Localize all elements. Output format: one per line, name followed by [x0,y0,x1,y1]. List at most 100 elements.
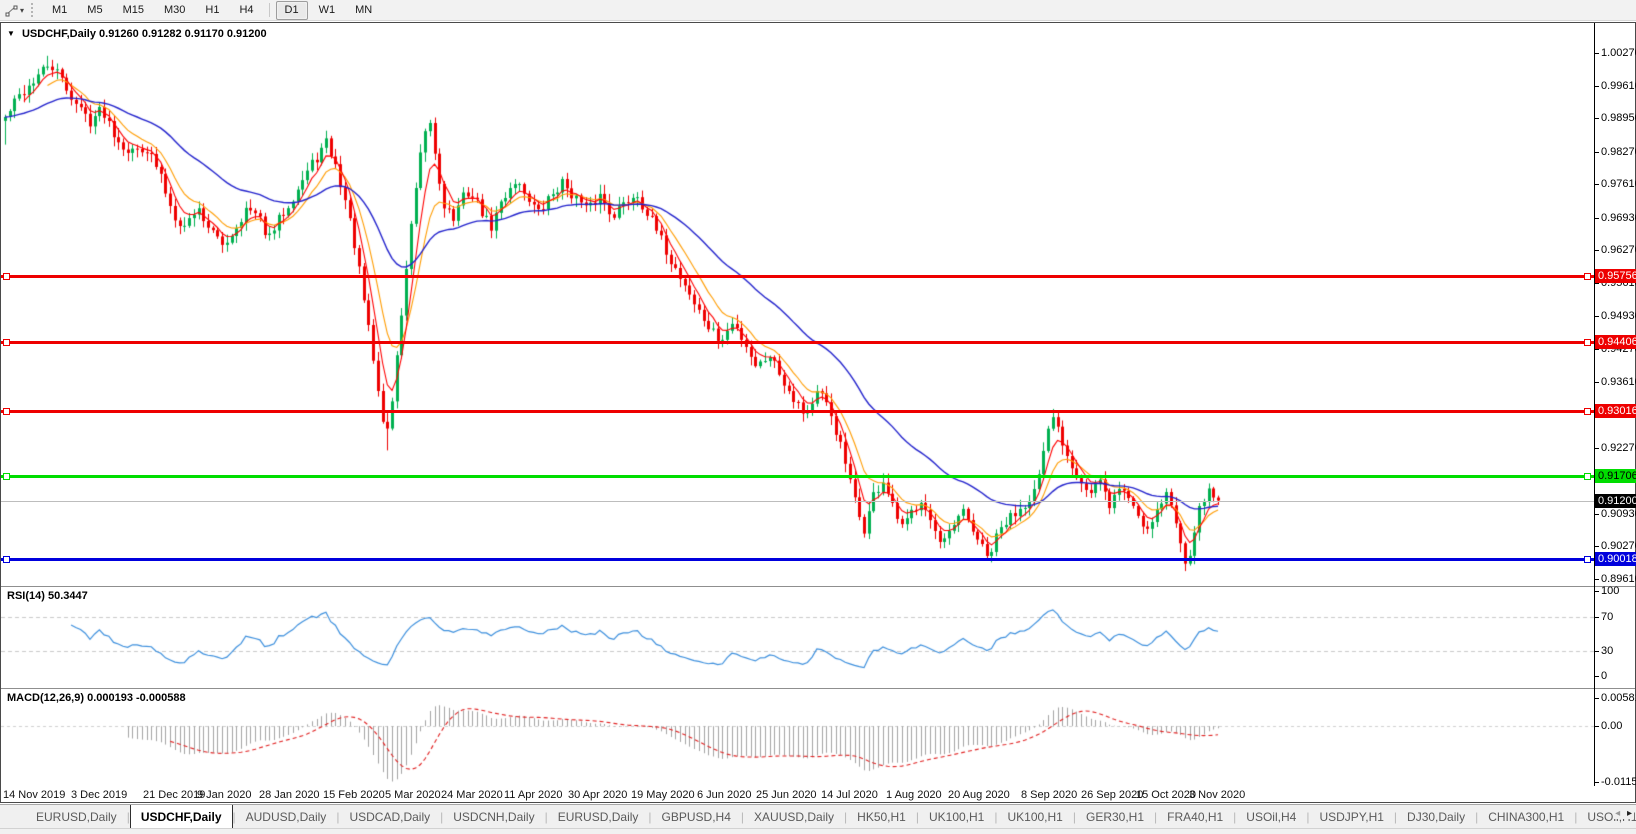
line-studies-tool-button[interactable]: ▾ [2,3,27,18]
tab-scroll-buttons: ◂ ▸ [1613,808,1634,819]
chart-collapse-icon[interactable]: ▼ [7,29,15,38]
timeframe-button-w1[interactable]: W1 [310,1,345,20]
macd-axis-label: 0.00 [1593,720,1623,733]
rsi-axis-label: 100 [1593,585,1620,597]
date-axis-label: 3 Nov 2020 [1189,789,1246,801]
rsi-canvas[interactable] [1,587,1594,686]
dropdown-caret-icon[interactable]: ▾ [20,6,24,15]
price-axis-label: 0.90270 [1594,540,1636,552]
price-axis-label: 0.98270 [1594,146,1636,158]
price-axis-label: 0.90930 [1594,508,1636,520]
rsi-axis-label: 70 [1593,610,1614,623]
chart-tab-uk100-h1[interactable]: UK100,H1 [997,805,1072,828]
horizontal-line-0.91706[interactable] [1,472,1594,480]
timeframe-button-m30[interactable]: M30 [155,1,194,20]
line-handle[interactable] [3,272,10,280]
price-line-badge: 0.93016 [1595,403,1636,418]
chart-tab-usoil-h4[interactable]: USOil,H4 [1236,805,1306,828]
chart-tab-eurusd-daily[interactable]: EURUSD,Daily [548,805,649,828]
line-handle[interactable] [1584,272,1591,280]
date-axis-label: 25 Jun 2020 [756,789,817,801]
price-axis-label: 1.00270 [1594,47,1636,59]
date-axis[interactable]: 14 Nov 2019 3 Dec 2019 21 Dec 2019 9 Jan 20… [1,786,1635,802]
line-handle[interactable] [1584,339,1591,347]
timeframe-buttons: M1 M5 M15 M30 H1 H4 D1 W1 MN [42,0,382,21]
date-axis-label: 3 Dec 2019 [71,789,128,801]
date-axis-label: 15 Feb 2020 [323,789,385,801]
horizontal-line-0.94406[interactable] [1,339,1594,347]
timeframe-button-mn[interactable]: MN [346,1,381,20]
date-axis-label: 15 Oct 2020 [1136,789,1196,801]
horizontal-line-0.90018[interactable] [1,555,1594,563]
chart-tab-uk100-h1[interactable]: UK100,H1 [919,805,994,828]
date-axis-label: 19 May 2020 [631,789,695,801]
chart-tab-hk50-h1[interactable]: HK50,H1 [847,805,916,828]
horizontal-line-0.95756[interactable] [1,272,1594,280]
chart-tab-dj30-daily[interactable]: DJ30,Daily [1397,805,1475,828]
chart-tab-xauusd-daily[interactable]: XAUUSD,Daily [744,805,844,828]
date-axis-label: 14 Nov 2019 [3,789,66,801]
toolbar-separator [268,3,270,17]
line-handle[interactable] [1584,407,1591,415]
timeframe-button-h4[interactable]: H4 [230,1,262,20]
date-axis-label: 6 Jun 2020 [697,789,752,801]
date-axis-label: 14 Jul 2020 [821,789,878,801]
tab-scroll-left-icon[interactable]: ◂ [1615,808,1620,819]
chart-tab-eurusd-daily[interactable]: EURUSD,Daily [26,805,127,828]
toolbar-grip[interactable] [31,3,36,17]
chart-tab-bar: EURUSD,Daily | USDCHF,Daily | AUDUSD,Daily | U… [0,804,1636,828]
line-studies-icon [5,5,18,16]
price-axis-label: 0.94930 [1594,310,1636,322]
price-line-badge: 0.94406 [1595,335,1636,350]
current-price-line [1,500,1594,502]
tab-scroll-right-icon[interactable]: ▸ [1627,808,1632,819]
chart-tab-ger30-h1[interactable]: GER30,H1 [1076,805,1154,828]
date-axis-label: 1 Aug 2020 [886,789,942,801]
current-price-badge: 0.91200 [1595,493,1636,508]
chart-tab-usdcad-daily[interactable]: USDCAD,Daily [339,805,440,828]
mt4-window: ▾ M1 M5 M15 M30 H1 H4 D1 W1 MN ▼ USDCHF,Daily 0.… [0,0,1636,834]
rsi-indicator-label: RSI(14) 50.3447 [7,590,88,602]
panel-splitter-macd[interactable] [1,688,1635,689]
date-axis-label: 30 Apr 2020 [568,789,628,801]
price-line-badge: 0.91706 [1595,468,1636,483]
status-strip [0,828,1636,834]
line-handle[interactable] [3,407,10,415]
chart-tab-audusd-daily[interactable]: AUDUSD,Daily [236,805,337,828]
date-axis-label: 11 Apr 2020 [504,789,563,801]
line-handle[interactable] [1584,555,1591,563]
timeframe-button-d1[interactable]: D1 [275,0,308,20]
chart-title: ▼ USDCHF,Daily 0.91260 0.91282 0.91170 0… [7,28,267,40]
line-handle[interactable] [3,472,10,480]
timeframe-button-m5[interactable]: M5 [78,1,111,20]
price-axis-label: 0.92270 [1594,442,1636,454]
date-axis-label: 8 Sep 2020 [1021,789,1078,801]
chart-tab-china300-h1[interactable]: CHINA300,H1 [1478,805,1574,828]
horizontal-line-0.93016[interactable] [1,407,1594,415]
price-axis-label: 0.98950 [1594,112,1636,124]
rsi-axis-label: 0 [1593,670,1608,682]
line-handle[interactable] [3,339,10,347]
chart-tab-usdchf-daily[interactable]: USDCHF,Daily [129,805,233,828]
panel-splitter-rsi[interactable] [1,586,1635,587]
price-chart-canvas[interactable] [1,23,1594,586]
line-handle[interactable] [3,555,10,563]
chart-tab-gbpusd-h4[interactable]: GBPUSD,H4 [652,805,741,828]
price-axis-label: 0.93610 [1594,376,1636,388]
timeframe-button-m15[interactable]: M15 [114,1,153,20]
macd-canvas[interactable] [1,689,1594,786]
date-axis-label: 20 Aug 2020 [948,789,1010,801]
macd-indicator-label: MACD(12,26,9) 0.000193 -0.000588 [7,692,186,704]
date-axis-label: 28 Jan 2020 [259,789,320,801]
line-handle[interactable] [1584,472,1591,480]
chart-tab-usdcnh-daily[interactable]: USDCNH,Daily [443,805,544,828]
date-axis-label: 9 Jan 2020 [197,789,252,801]
price-axis-label: 0.96270 [1594,244,1636,256]
timeframe-button-m1[interactable]: M1 [43,1,76,20]
macd-axis-label: 0.005818 [1594,692,1636,704]
price-axis-label: 0.96930 [1594,212,1636,224]
chart-tab-usdjpy-h1[interactable]: USDJPY,H1 [1309,805,1393,828]
price-axis-label: 0.89610 [1594,573,1636,585]
timeframe-button-h1[interactable]: H1 [196,1,228,20]
chart-tab-fra40-h1[interactable]: FRA40,H1 [1157,805,1233,828]
